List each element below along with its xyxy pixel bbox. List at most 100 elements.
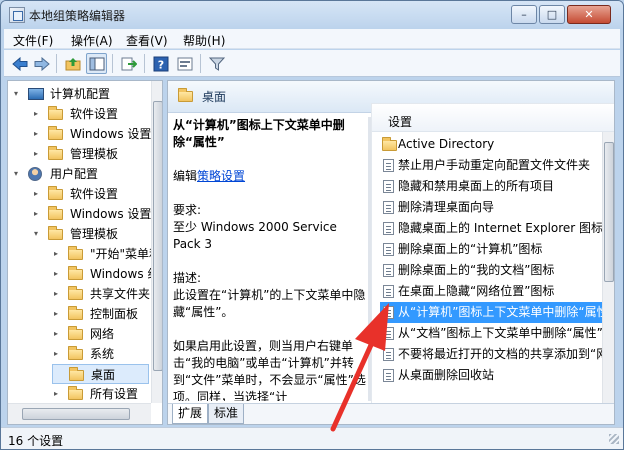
maximize-button[interactable]: □: [539, 5, 565, 24]
menu-view[interactable]: 查看(V): [126, 32, 168, 49]
tree-item-label: 计算机配置: [50, 87, 111, 101]
menu-file[interactable]: 文件(F): [13, 32, 53, 49]
expand-arrow-icon[interactable]: ▸: [54, 304, 62, 324]
view-tabs: 扩展 标准: [168, 403, 614, 424]
tree-item[interactable]: ▸ 所有设置: [52, 384, 149, 404]
setting-label: 隐藏桌面上的 Internet Explorer 图标: [398, 221, 604, 235]
description-more-text: 如果启用此设置，则当用户右键单击“我的电脑”或单击“计算机”并转到“文件”菜单时…: [173, 339, 366, 401]
tree-item[interactable]: ▸ 软件设置: [32, 184, 149, 204]
properties-icon[interactable]: [174, 53, 195, 74]
requirements-text: 至少 Windows 2000 Service Pack 3: [173, 220, 337, 251]
expand-arrow-icon[interactable]: ▸: [34, 184, 42, 204]
tree-item[interactable]: ▾ 管理模板: [32, 224, 149, 244]
expand-arrow-icon[interactable]: ▸: [54, 244, 62, 264]
collapse-arrow-icon[interactable]: ▾: [14, 84, 22, 104]
setting-label: 不要将最近打开的文档的共享添加到“网络位置”: [398, 347, 614, 361]
tree-item[interactable]: ▸Windows 组件: [52, 264, 162, 284]
menu-action[interactable]: 操作(A): [71, 32, 113, 49]
expand-arrow-icon[interactable]: ▸: [34, 144, 42, 164]
policy-icon: [383, 306, 394, 319]
export-list-icon[interactable]: [118, 53, 139, 74]
expand-arrow-icon[interactable]: ▸: [54, 344, 62, 364]
expand-arrow-icon[interactable]: ▸: [34, 124, 42, 144]
settings-vertical-scrollbar[interactable]: [602, 132, 614, 403]
tree-vertical-scrollbar[interactable]: [151, 81, 162, 403]
tree-horizontal-scroll-thumb[interactable]: [22, 408, 130, 420]
tree-item[interactable]: ▸ 系统: [52, 344, 149, 364]
policy-icon: [383, 369, 394, 382]
edit-line: 编辑策略设置: [173, 168, 368, 185]
collapse-arrow-icon[interactable]: ▾: [14, 164, 22, 184]
policy-setting-item[interactable]: 删除清理桌面向导: [380, 197, 602, 218]
policy-setting-item[interactable]: 从“计算机”图标上下文菜单中删除“属性”: [380, 302, 614, 323]
expand-arrow-icon[interactable]: ▸: [54, 284, 62, 304]
tree-item[interactable]: ▾ 用户配置: [12, 164, 149, 184]
back-arrow-icon[interactable]: [9, 53, 30, 74]
policy-setting-item[interactable]: 不要将最近打开的文档的共享添加到“网络位置”: [380, 344, 614, 365]
policy-setting-item[interactable]: 隐藏和禁用桌面上的所有项目: [380, 176, 602, 197]
policy-title: 从“计算机”图标上下文菜单中删除“属性”: [173, 118, 345, 149]
tree-item[interactable]: ▸ 网络: [52, 324, 149, 344]
tree-item[interactable]: ▸ 共享文件夹: [52, 284, 150, 304]
expand-arrow-icon[interactable]: ▸: [34, 104, 42, 124]
tab-standard[interactable]: 标准: [208, 404, 245, 424]
policy-setting-item[interactable]: 从“文档”图标上下文菜单中删除“属性”: [380, 323, 603, 344]
tree-item[interactable]: 桌面: [52, 364, 149, 384]
tree-item[interactable]: ▸ 软件设置: [32, 104, 149, 124]
tree-item-label: 用户配置: [50, 167, 99, 181]
title-bar[interactable]: 本地组策略编辑器 – □ ✕: [1, 1, 623, 29]
close-button[interactable]: ✕: [567, 5, 611, 24]
description-label: 描述:: [173, 271, 202, 285]
tree-vertical-scroll-thumb[interactable]: [153, 101, 162, 371]
edit-policy-link[interactable]: 策略设置: [197, 169, 245, 183]
requirements-label: 要求:: [173, 203, 202, 217]
minimize-button[interactable]: –: [511, 5, 537, 24]
menu-help[interactable]: 帮助(H): [183, 32, 225, 49]
settings-vertical-scroll-thumb[interactable]: [604, 142, 614, 282]
description-text: 此设置在“计算机”的上下文菜单中隐藏“属性”。: [173, 288, 366, 319]
tree-item[interactable]: ▸ 控制面板: [52, 304, 149, 324]
expand-arrow-icon[interactable]: ▸: [34, 204, 42, 224]
policy-icon: [383, 285, 394, 298]
tree-item-label: Windows 设置: [70, 127, 152, 141]
expand-arrow-icon[interactable]: ▸: [54, 324, 62, 344]
policy-setting-item[interactable]: 禁止用户手动重定向配置文件文件夹: [380, 155, 602, 176]
expand-arrow-icon[interactable]: ▸: [54, 264, 62, 284]
setting-label: 禁止用户手动重定向配置文件文件夹: [398, 158, 591, 172]
collapse-arrow-icon[interactable]: ▾: [34, 224, 42, 244]
console-tree-icon[interactable]: [86, 53, 107, 74]
tree-item[interactable]: ▸ Windows 设置: [32, 204, 151, 224]
policy-setting-item[interactable]: 在桌面上隐藏“网络位置”图标: [380, 281, 602, 302]
folder-icon: [48, 106, 63, 120]
tree-item[interactable]: ▸ Windows 设置: [32, 124, 152, 144]
settings-column-header[interactable]: 设置: [372, 104, 614, 132]
policy-icon: [383, 348, 394, 361]
tree-item[interactable]: ▸ 管理模板: [32, 144, 149, 164]
folder-icon: [48, 226, 63, 240]
status-text: 16 个设置: [8, 434, 64, 448]
expand-arrow-icon[interactable]: ▸: [54, 384, 62, 404]
policy-setting-item[interactable]: 从桌面删除回收站: [380, 365, 602, 386]
folder-icon: [68, 326, 83, 340]
tree-item[interactable]: ▸"开始"菜单和任务栏: [52, 244, 162, 264]
folder-icon: [68, 306, 83, 320]
tree-item[interactable]: ▾ 计算机配置: [12, 84, 149, 104]
resize-grip[interactable]: [609, 434, 619, 444]
policy-setting-item[interactable]: 删除桌面上的“我的文档”图标: [380, 260, 602, 281]
console-tree: ▾ 计算机配置 ▸ 软件设置 ▸ Windows 设置 ▸ 管理模板 ▾ 用户配置 ▸ 软件设置 ▸ Wi…: [7, 80, 163, 425]
policy-setting-item[interactable]: 隐藏桌面上的 Internet Explorer 图标: [380, 218, 604, 239]
filter-icon[interactable]: [206, 53, 227, 74]
forward-arrow-icon[interactable]: [31, 53, 52, 74]
policy-icon: [383, 327, 394, 340]
policy-icon: [383, 264, 394, 277]
user-icon: [28, 167, 42, 181]
up-folder-icon[interactable]: [62, 53, 83, 74]
help-icon[interactable]: ?: [150, 53, 171, 74]
tree-horizontal-scrollbar[interactable]: [8, 403, 151, 424]
toolbar: ?: [4, 50, 620, 77]
settings-folder-item[interactable]: Active Directory: [380, 134, 602, 155]
tab-extended[interactable]: 扩展: [172, 404, 209, 424]
app-icon: [9, 7, 25, 23]
setting-label: 删除清理桌面向导: [398, 200, 495, 214]
policy-setting-item[interactable]: 删除桌面上的“计算机”图标: [380, 239, 602, 260]
